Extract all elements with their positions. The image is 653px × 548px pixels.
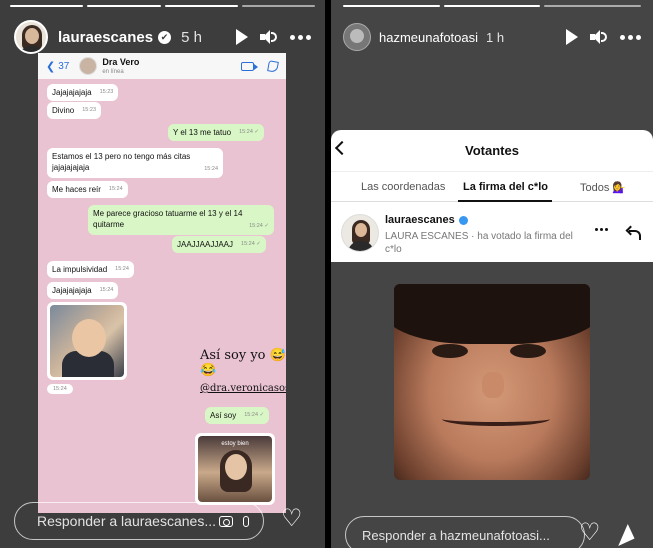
chat-bubble: Y el 13 me tatuo 15:24 ✓ [168,124,265,141]
stories-screen: lauraescanes ✔ 5 h ❮ 37 Dra Vero en líne… [0,0,653,548]
reply-icon[interactable] [625,225,641,240]
story-progress-left [10,5,315,7]
chat-bubble: JAAJJAAJJAAJ 15:24 ✓ [172,236,266,253]
story-time: 1 h [486,29,505,45]
story-username[interactable]: lauraescanes [58,29,153,46]
chat-photo-time: 15:24 [47,384,73,394]
heart-icon[interactable]: ♡ [579,521,601,545]
send-icon[interactable] [611,523,635,547]
tab-coordenadas[interactable]: Las coordenadas [361,181,445,193]
avatar [341,214,379,252]
play-icon[interactable] [236,29,248,45]
poll-tabs: Las coordenadas La firma del c*lo Todos … [331,172,653,202]
chat-screenshot: ❮ 37 Dra Vero en línea Jajajajajaja 15:23… [38,53,286,513]
mention-link[interactable]: @dra.veronicasosaviain [200,383,286,394]
chat-bubble: Me parece gracioso tatuarme el 13 y el 1… [88,205,274,235]
sticker-caption: estoy bien [221,441,249,447]
voters-header: Votantes [331,130,653,172]
heart-icon[interactable]: ♡ [281,507,303,531]
story-caption: Así soy yo 😅😂😂😂 @dra.veronicasosaviain [200,348,286,394]
speaker-icon[interactable] [590,29,608,45]
avatar[interactable] [343,23,371,51]
chat-bubble: Jajajajajaja 15:24 [47,282,119,299]
active-tab-indicator [458,200,552,202]
voter-name[interactable]: lauraescanes [385,214,455,226]
back-icon[interactable] [334,140,350,156]
more-icon[interactable] [595,228,608,231]
avatar[interactable] [14,20,48,54]
story-photo [394,284,590,480]
progress-segment [343,5,440,7]
progress-segment [443,5,541,7]
chat-contact-name: Dra Vero [102,56,140,67]
chat-bubble: Me haces reír 15:24 [47,181,128,198]
chat-bubble: Así soy 15:24 ✓ [205,407,270,424]
story-header-left: lauraescanes ✔ 5 h [14,18,311,56]
chat-bubble: La impulsividad 15:24 [47,261,134,278]
story-right: hazmeunafotoasi 1 h Votantes Las coorden… [331,0,653,548]
voters-card: Votantes Las coordenadas La firma del c*… [331,130,653,262]
story-username[interactable]: hazmeunafotoasi [379,30,478,45]
mic-icon[interactable] [243,515,249,527]
phone-icon [267,59,279,73]
verified-badge-icon: ✔ [158,30,172,44]
voter-description: LAURA ESCANES · ha votado la firma del c… [385,231,573,255]
voters-title: Votantes [465,143,519,158]
chat-bubble: Divino 15:23 [47,102,101,119]
more-icon[interactable] [290,34,311,40]
progress-segment [87,5,161,7]
play-icon[interactable] [566,29,578,45]
reply-placeholder: Responder a lauraescanes... [37,513,216,529]
chat-contact-status: en línea [102,68,124,75]
story-time: 5 h [181,28,202,46]
reply-input[interactable]: Responder a hazmeunafotoasi... [345,516,585,548]
tab-firma[interactable]: La firma del c*lo [463,181,548,193]
chat-bubble: Estamos el 13 pero no tengo más citas ja… [47,148,223,178]
progress-segment [10,5,84,7]
caption-text: Así soy yo 😅😂😂😂 [200,348,286,378]
story-header-right: hazmeunafotoasi 1 h [343,18,641,56]
progress-segment [544,5,642,7]
verified-badge-icon [458,215,468,225]
tab-todos[interactable]: Todos 💁‍♀️ [580,181,626,194]
story-progress-right [343,5,642,7]
progress-segment [164,5,238,7]
speaker-icon[interactable] [260,29,278,45]
camera-icon[interactable] [219,515,233,527]
unread-count: 37 [58,60,70,72]
chat-photo [47,302,127,380]
chat-avatar [79,57,98,75]
story-left: lauraescanes ✔ 5 h ❮ 37 Dra Vero en líne… [0,0,325,548]
progress-segment [241,5,315,7]
more-icon[interactable] [620,34,641,40]
reply-placeholder: Responder a hazmeunafotoasi... [362,527,550,543]
video-call-icon [241,61,258,71]
voter-row[interactable]: lauraescanes LAURA ESCANES · ha votado l… [331,206,653,262]
chat-header: ❮ 37 Dra Vero en línea [38,53,286,79]
chat-bubble: Jajajajajaja 15:23 [47,84,119,101]
chat-sticker: estoy bien [195,433,275,505]
reply-input[interactable]: Responder a lauraescanes... [14,502,264,540]
chevron-left-icon: ❮ [46,60,56,73]
